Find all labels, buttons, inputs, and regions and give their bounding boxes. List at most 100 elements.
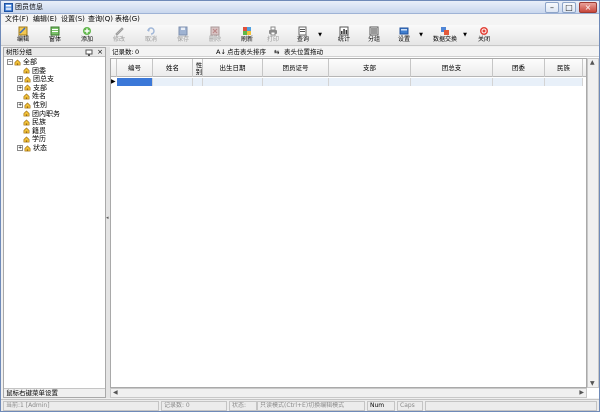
refresh-button[interactable]: 刷新 <box>234 26 260 45</box>
column-header-branch[interactable]: 支部 <box>329 59 411 77</box>
close-button[interactable]: 关闭 <box>471 26 497 45</box>
tree-item-label: 学历 <box>32 135 46 144</box>
column-header-gender[interactable]: 性别 <box>193 59 203 77</box>
print-button[interactable]: 打印 <box>260 26 286 45</box>
data-exchange-button[interactable]: 数据交换 ▼ <box>429 26 467 45</box>
table-row[interactable] <box>111 78 586 86</box>
tree-item[interactable]: 民族 <box>17 118 46 126</box>
modify-icon <box>115 27 124 36</box>
splitter-grip-icon[interactable]: ◂ <box>106 215 109 221</box>
data-panel: 记录数: 0 A↓ 点击表头排序 ⇆ 表头位置拖动 编号 姓名 性别 出生日期 … <box>110 47 599 398</box>
menu-table[interactable]: 表格(G) <box>115 15 140 24</box>
query-label: 查询 <box>296 36 309 43</box>
table-cell[interactable] <box>329 78 411 86</box>
tree-panel-footer: 鼠标右键菜单设置 <box>4 388 105 397</box>
table-cell[interactable] <box>263 78 329 86</box>
add-label: 添加 <box>80 36 93 43</box>
minimize-button[interactable]: – <box>545 2 559 13</box>
tree-expander-icon[interactable]: + <box>17 145 23 151</box>
menu-settings[interactable]: 设置(S) <box>61 15 85 24</box>
table-cell[interactable] <box>153 78 193 86</box>
cancel-label: 取消 <box>144 36 157 43</box>
tree-item[interactable]: + 状态 <box>17 144 47 152</box>
tree-item[interactable]: − 全部 <box>7 58 37 66</box>
menu-edit[interactable]: 编辑(E) <box>33 15 57 24</box>
tree-item[interactable]: + 性别 <box>17 101 47 109</box>
column-header-ethnicity[interactable]: 民族 <box>545 59 583 77</box>
menu-file[interactable]: 文件(F) <box>5 15 29 24</box>
tree-panel-close-icon[interactable]: × <box>97 48 103 57</box>
scroll-left-icon[interactable]: ◀ <box>113 389 118 397</box>
add-button[interactable]: 添加 <box>74 26 100 45</box>
table-cell-selected[interactable] <box>117 78 153 86</box>
menu-bar: 文件(F) 编辑(E) 设置(S) 查询(Q) 表格(G) <box>1 14 599 25</box>
tree-expander-icon[interactable]: + <box>17 76 23 83</box>
menu-query[interactable]: 查询(Q) <box>88 15 113 24</box>
tree-item[interactable]: + 支部 <box>17 84 47 92</box>
column-header-general-branch[interactable]: 团总支 <box>411 59 493 77</box>
table-cell[interactable] <box>193 78 203 86</box>
tree-expander-icon[interactable]: − <box>7 59 13 65</box>
print-label: 打印 <box>266 36 279 43</box>
query-dropdown-arrow-icon[interactable]: ▼ <box>318 32 322 38</box>
table-cell[interactable] <box>203 78 263 86</box>
table-header: 编号 姓名 性别 出生日期 团员证号 支部 团总支 团委 民族 <box>111 59 586 77</box>
cancel-button[interactable]: 取消 <box>138 26 164 45</box>
column-header-birthdate[interactable]: 出生日期 <box>203 59 263 77</box>
tree-panel: 树形分组 × − 全部 团委 + 团总支 + 支部 姓名 + 性别 团内职务 民族 籍贯 学历 + 状态 鼠标… <box>3 47 106 398</box>
table-cell[interactable] <box>411 78 493 86</box>
drag-hint: 表头位置拖动 <box>284 48 323 56</box>
scroll-down-icon[interactable]: ▼ <box>590 380 595 387</box>
data-table[interactable]: 编号 姓名 性别 出生日期 团员证号 支部 团总支 团委 民族 ▶ <box>110 58 587 388</box>
settings-button[interactable]: 设置 ▼ <box>391 26 423 45</box>
home-icon <box>23 67 32 75</box>
window-close-button[interactable]: × <box>579 2 597 13</box>
stats-button[interactable]: 统计 <box>331 26 357 45</box>
edit-label: 编辑 <box>16 36 29 43</box>
scroll-right-icon[interactable]: ▶ <box>579 389 584 397</box>
tree-item[interactable]: 姓名 <box>17 92 46 100</box>
tree-item-label: 性别 <box>33 101 47 109</box>
tree-item[interactable]: 团内职务 <box>17 110 60 118</box>
tree-item[interactable]: + 团总支 <box>17 75 54 83</box>
modify-button[interactable]: 修改 <box>106 26 132 45</box>
refresh-label: 刷新 <box>240 36 253 43</box>
home-icon <box>24 75 33 83</box>
table-cell[interactable] <box>493 78 545 86</box>
tree-item[interactable]: 团委 <box>17 67 46 75</box>
group-label: 分组 <box>367 36 380 43</box>
form-button[interactable]: 窗体 <box>42 26 68 45</box>
modify-label: 修改 <box>112 36 125 43</box>
pin-icon[interactable] <box>85 49 93 56</box>
data-exchange-label: 数据交换 <box>432 36 457 43</box>
table-cell[interactable] <box>545 78 583 86</box>
close-label: 关闭 <box>477 36 490 43</box>
tree-item-label: 籍贯 <box>32 126 46 135</box>
delete-button[interactable]: 删除 <box>202 26 228 45</box>
group-button[interactable]: 分组 <box>361 26 387 45</box>
column-header-committee[interactable]: 团委 <box>493 59 545 77</box>
column-header-name[interactable]: 姓名 <box>153 59 193 77</box>
maximize-button[interactable]: □ <box>562 2 576 13</box>
settings-label: 设置 <box>397 36 410 43</box>
save-button[interactable]: 保存 <box>170 26 196 45</box>
status-extra <box>425 401 597 411</box>
edit-button[interactable]: 编辑 <box>10 26 36 45</box>
vertical-scrollbar[interactable]: ▲ ▼ <box>587 58 599 388</box>
drag-icon: ⇆ <box>274 48 280 56</box>
tree-item[interactable]: 学历 <box>17 135 46 143</box>
settings-dropdown-arrow-icon[interactable]: ▼ <box>419 32 423 38</box>
horizontal-scrollbar[interactable]: ◀ ▶ <box>110 388 587 398</box>
title-bar[interactable]: 团员信息 – □ × <box>1 1 599 14</box>
data-exchange-dropdown-arrow-icon[interactable]: ▼ <box>463 32 467 38</box>
tree-item[interactable]: 籍贯 <box>17 127 46 135</box>
scroll-up-icon[interactable]: ▲ <box>590 59 595 66</box>
info-bar: 记录数: 0 A↓ 点击表头排序 ⇆ 表头位置拖动 <box>110 47 599 57</box>
column-header-member-id[interactable]: 团员证号 <box>263 59 329 77</box>
tree-expander-icon[interactable]: + <box>17 102 23 108</box>
column-header-id[interactable]: 编号 <box>117 59 153 77</box>
add-icon <box>83 27 91 35</box>
tree-expander-icon[interactable]: + <box>17 84 23 91</box>
form-icon <box>50 26 60 36</box>
query-button[interactable]: 查询 ▼ <box>290 26 322 45</box>
